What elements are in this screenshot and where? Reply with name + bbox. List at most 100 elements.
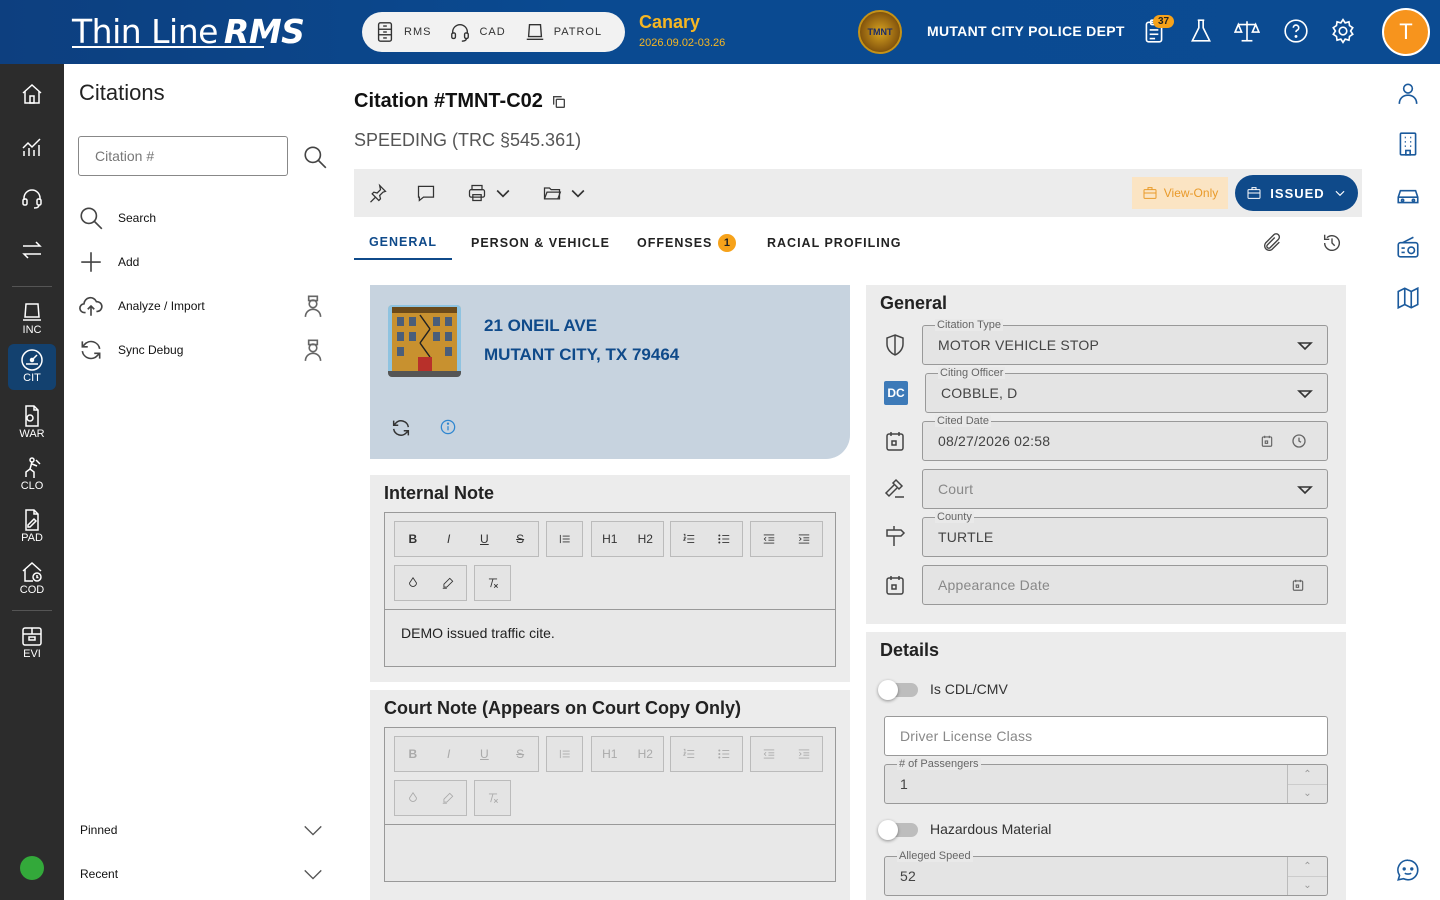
passengers-field[interactable]: # of Passengers 1 ⌃ ⌄ <box>884 758 1328 804</box>
chevron-down-icon[interactable] <box>1297 483 1313 497</box>
settings-button[interactable] <box>1330 18 1358 46</box>
highlighter-icon <box>443 792 454 804</box>
incident-icon <box>23 303 41 321</box>
court-note-title: Court Note (Appears on Court Copy Only) <box>384 698 741 718</box>
copy-icon[interactable] <box>551 94 567 110</box>
heading-1-button[interactable]: H1 <box>592 522 628 556</box>
lab-button[interactable] <box>1188 18 1216 46</box>
person-panel-button[interactable] <box>1395 80 1421 106</box>
increment-button[interactable]: ⌃ <box>1288 765 1327 785</box>
recent-section-toggle[interactable]: Recent <box>80 863 324 885</box>
print-menu-button[interactable] <box>467 181 513 205</box>
map-panel-button[interactable] <box>1395 285 1421 311</box>
chevron-down-icon[interactable] <box>1297 387 1313 401</box>
citing-officer-select[interactable]: Citing Officer COBBLE, D <box>925 367 1328 413</box>
bullet-list-button <box>707 737 743 771</box>
calendar-icon[interactable] <box>1291 578 1305 592</box>
chevron-down-icon[interactable] <box>1297 339 1313 353</box>
court-select[interactable]: Court <box>922 469 1328 509</box>
location-building-image[interactable] <box>388 305 461 377</box>
flask-icon <box>1191 19 1211 42</box>
alleged-speed-field[interactable]: Alleged Speed 52 ⌃ ⌄ <box>884 850 1328 896</box>
citation-number-input[interactable] <box>78 136 288 176</box>
side-action-analyze-import[interactable]: Analyze / Import <box>78 293 328 319</box>
rail-clo[interactable]: CLO <box>8 452 56 492</box>
attachments-button[interactable] <box>1261 232 1283 254</box>
county-field[interactable]: County TURTLE <box>922 511 1328 557</box>
cited-date-field[interactable]: Cited Date 08/27/2026 02:58 <box>922 415 1328 461</box>
outdent-button[interactable] <box>751 522 787 556</box>
tab-general[interactable]: GENERAL <box>354 226 452 260</box>
side-action-add[interactable]: Add <box>78 249 328 275</box>
user-avatar[interactable]: T <box>1382 8 1430 56</box>
passengers-stepper: ⌃ ⌄ <box>1287 765 1327 803</box>
chat-button[interactable] <box>1395 857 1421 883</box>
person-icon <box>1398 83 1418 104</box>
folder-menu-button[interactable] <box>542 181 588 205</box>
ordered-list-button[interactable] <box>671 522 707 556</box>
comment-button[interactable] <box>416 181 436 205</box>
module-rms[interactable]: RMS <box>374 21 431 43</box>
internal-note-editor[interactable]: B I U S H1 H2 DEMO issued traffic cite. <box>384 512 836 667</box>
side-action-search[interactable]: Search <box>78 205 328 231</box>
radio-icon <box>1397 236 1419 258</box>
hazardous-material-toggle[interactable] <box>878 820 918 840</box>
clock-icon[interactable] <box>1291 433 1307 449</box>
court-note-editor[interactable]: B I U S H1 H2 <box>384 727 836 882</box>
pin-button[interactable] <box>368 181 388 205</box>
rail-evi[interactable]: EVI <box>8 620 56 660</box>
vehicle-panel-button[interactable] <box>1395 182 1421 208</box>
bullet-list-button[interactable] <box>707 522 743 556</box>
module-cad[interactable]: CAD <box>449 21 505 43</box>
radio-panel-button[interactable] <box>1395 234 1421 260</box>
text-color-button[interactable] <box>395 566 431 600</box>
driver-license-class-field[interactable]: Driver License Class <box>884 716 1328 756</box>
building-panel-button[interactable] <box>1395 131 1421 157</box>
clear-format-icon <box>488 793 498 803</box>
side-action-sync-debug-label: Sync Debug <box>118 343 184 357</box>
recent-label: Recent <box>80 867 119 881</box>
history-button[interactable] <box>1321 232 1343 254</box>
appearance-date-field[interactable]: Appearance Date <box>922 565 1328 605</box>
increment-button[interactable]: ⌃ <box>1288 857 1327 877</box>
status-issued-button[interactable]: ISSUED <box>1235 175 1358 211</box>
rail-home[interactable] <box>8 78 56 106</box>
calendar-icon[interactable] <box>1260 434 1274 448</box>
decrement-button[interactable]: ⌄ <box>1288 877 1327 896</box>
blockquote-button[interactable] <box>547 522 582 556</box>
rail-cod[interactable]: COD <box>8 556 56 596</box>
rail-analytics[interactable] <box>8 130 56 158</box>
rail-war[interactable]: WAR <box>8 400 56 440</box>
rail-cit[interactable]: CIT <box>8 344 56 390</box>
underline-button[interactable]: U <box>467 522 503 556</box>
clear-format-button[interactable] <box>475 566 510 600</box>
side-search-button[interactable] <box>302 144 328 170</box>
help-button[interactable] <box>1283 18 1311 46</box>
highlight-button[interactable] <box>431 566 467 600</box>
rail-inc[interactable]: INC <box>8 296 56 336</box>
module-patrol[interactable]: PATROL <box>524 21 602 43</box>
tab-offenses[interactable]: OFFENSES 1 <box>637 226 737 260</box>
indent-button[interactable] <box>787 522 823 556</box>
legal-button[interactable] <box>1233 18 1262 46</box>
rail-pad[interactable]: PAD <box>8 504 56 544</box>
tab-person-vehicle[interactable]: PERSON & VEHICLE <box>471 226 610 260</box>
citation-type-select[interactable]: Citation Type MOTOR VEHICLE STOP <box>922 319 1328 365</box>
is-cdl-toggle[interactable] <box>878 680 918 700</box>
tab-racial-profiling[interactable]: RACIAL PROFILING <box>767 226 902 260</box>
county-label: County <box>935 511 974 523</box>
citing-officer-value: COBBLE, D <box>941 385 1018 401</box>
bold-button[interactable]: B <box>395 522 431 556</box>
ordered-list-icon <box>682 533 694 543</box>
view-only-button[interactable]: View-Only <box>1132 177 1228 209</box>
italic-button[interactable]: I <box>431 522 467 556</box>
side-action-sync-debug[interactable]: Sync Debug <box>78 337 328 363</box>
decrement-button[interactable]: ⌄ <box>1288 785 1327 804</box>
rail-transfer[interactable] <box>8 234 56 262</box>
heading-2-button[interactable]: H2 <box>628 522 664 556</box>
location-info-button[interactable] <box>438 417 460 439</box>
strikethrough-button[interactable]: S <box>502 522 538 556</box>
pinned-section-toggle[interactable]: Pinned <box>80 819 324 841</box>
rail-dispatch[interactable] <box>8 182 56 210</box>
refresh-location-button[interactable] <box>390 417 412 439</box>
